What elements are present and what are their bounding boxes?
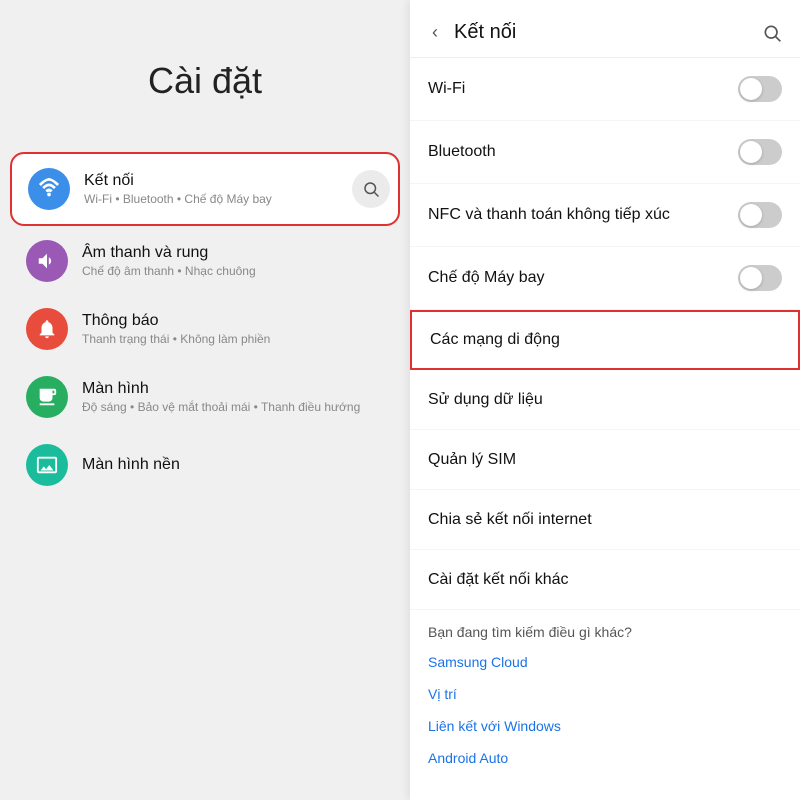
man-hinh-text: Màn hình Độ sáng • Bảo vệ mắt thoải mái … xyxy=(82,380,360,414)
menu-item-may-bay[interactable]: Chế độ Máy bay xyxy=(410,247,800,310)
man-hinh-nen-text: Màn hình nền xyxy=(82,456,180,474)
man-hinh-nen-icon xyxy=(26,444,68,486)
thong-bao-title: Thông báo xyxy=(82,312,270,330)
su-dung-du-lieu-label: Sử dụng dữ liệu xyxy=(428,391,543,409)
am-thanh-title: Âm thanh và rung xyxy=(82,244,256,262)
bluetooth-label: Bluetooth xyxy=(428,143,496,161)
man-hinh-icon xyxy=(26,376,68,418)
settings-title: Cài đặt xyxy=(0,0,410,142)
may-bay-toggle[interactable] xyxy=(738,265,782,291)
suggestions-label: Bạn đang tìm kiếm điều gì khác? xyxy=(410,610,800,646)
ket-noi-text: Kết nối Wi-Fi • Bluetooth • Chế độ Máy b… xyxy=(84,172,272,206)
menu-item-quan-ly-sim[interactable]: Quản lý SIM xyxy=(410,430,800,490)
ket-noi-submenu-panel: ‹ Kết nối Wi-Fi Bluetooth NFC và thanh t… xyxy=(410,0,800,800)
man-hinh-title: Màn hình xyxy=(82,380,360,398)
settings-item-man-hinh[interactable]: Màn hình Độ sáng • Bảo vệ mắt thoải mái … xyxy=(10,364,400,430)
back-button[interactable]: ‹ xyxy=(424,18,446,47)
bluetooth-toggle[interactable] xyxy=(738,139,782,165)
settings-item-thong-bao[interactable]: Thông báo Thanh trạng thái • Không làm p… xyxy=(10,296,400,362)
settings-item-list: Kết nối Wi-Fi • Bluetooth • Chế độ Máy b… xyxy=(0,152,410,498)
chia-se-ket-noi-label: Chia sẻ kết nối internet xyxy=(428,511,592,529)
link-lien-ket-windows[interactable]: Liên kết với Windows xyxy=(410,710,800,742)
menu-item-bluetooth[interactable]: Bluetooth xyxy=(410,121,800,184)
man-hinh-subtitle: Độ sáng • Bảo vệ mắt thoải mái • Thanh đ… xyxy=(82,400,360,414)
thong-bao-subtitle: Thanh trạng thái • Không làm phiền xyxy=(82,332,270,346)
settings-main-panel: Cài đặt Kết nối Wi-Fi • Bluetooth • Ch xyxy=(0,0,410,800)
menu-item-nfc[interactable]: NFC và thanh toán không tiếp xúc xyxy=(410,184,800,247)
ket-noi-title: Kết nối xyxy=(84,172,272,190)
menu-item-mang-di-dong[interactable]: Các mạng di động xyxy=(410,310,800,370)
submenu-list: Wi-Fi Bluetooth NFC và thanh toán không … xyxy=(410,58,800,800)
link-vi-tri[interactable]: Vị trí xyxy=(410,678,800,710)
may-bay-label: Chế độ Máy bay xyxy=(428,269,545,287)
ket-noi-icon xyxy=(28,168,70,210)
menu-item-su-dung-du-lieu[interactable]: Sử dụng dữ liệu xyxy=(410,370,800,430)
menu-item-wifi[interactable]: Wi-Fi xyxy=(410,58,800,121)
am-thanh-text: Âm thanh và rung Chế độ âm thanh • Nhạc … xyxy=(82,244,256,278)
mang-di-dong-label: Các mạng di động xyxy=(430,331,560,349)
submenu-search-button[interactable] xyxy=(762,23,782,43)
menu-item-cai-dat-ket-noi[interactable]: Cài đặt kết nối khác xyxy=(410,550,800,610)
submenu-header: ‹ Kết nối xyxy=(410,0,800,58)
thong-bao-text: Thông báo Thanh trạng thái • Không làm p… xyxy=(82,312,270,346)
am-thanh-subtitle: Chế độ âm thanh • Nhạc chuông xyxy=(82,264,256,278)
settings-item-man-hinh-nen[interactable]: Màn hình nền xyxy=(10,432,400,498)
cai-dat-ket-noi-label: Cài đặt kết nối khác xyxy=(428,571,569,589)
thong-bao-icon xyxy=(26,308,68,350)
menu-item-chia-se-ket-noi[interactable]: Chia sẻ kết nối internet xyxy=(410,490,800,550)
submenu-title: Kết nối xyxy=(454,21,762,44)
link-android-auto[interactable]: Android Auto xyxy=(410,742,800,774)
wifi-label: Wi-Fi xyxy=(428,80,465,98)
man-hinh-nen-title: Màn hình nền xyxy=(82,456,180,474)
settings-item-am-thanh[interactable]: Âm thanh và rung Chế độ âm thanh • Nhạc … xyxy=(10,228,400,294)
nfc-label: NFC và thanh toán không tiếp xúc xyxy=(428,206,670,224)
ket-noi-subtitle: Wi-Fi • Bluetooth • Chế độ Máy bay xyxy=(84,192,272,206)
quan-ly-sim-label: Quản lý SIM xyxy=(428,451,516,469)
link-samsung-cloud[interactable]: Samsung Cloud xyxy=(410,646,800,678)
nfc-toggle[interactable] xyxy=(738,202,782,228)
wifi-toggle[interactable] xyxy=(738,76,782,102)
am-thanh-icon xyxy=(26,240,68,282)
main-search-button[interactable] xyxy=(352,170,390,208)
settings-item-ket-noi[interactable]: Kết nối Wi-Fi • Bluetooth • Chế độ Máy b… xyxy=(10,152,400,226)
